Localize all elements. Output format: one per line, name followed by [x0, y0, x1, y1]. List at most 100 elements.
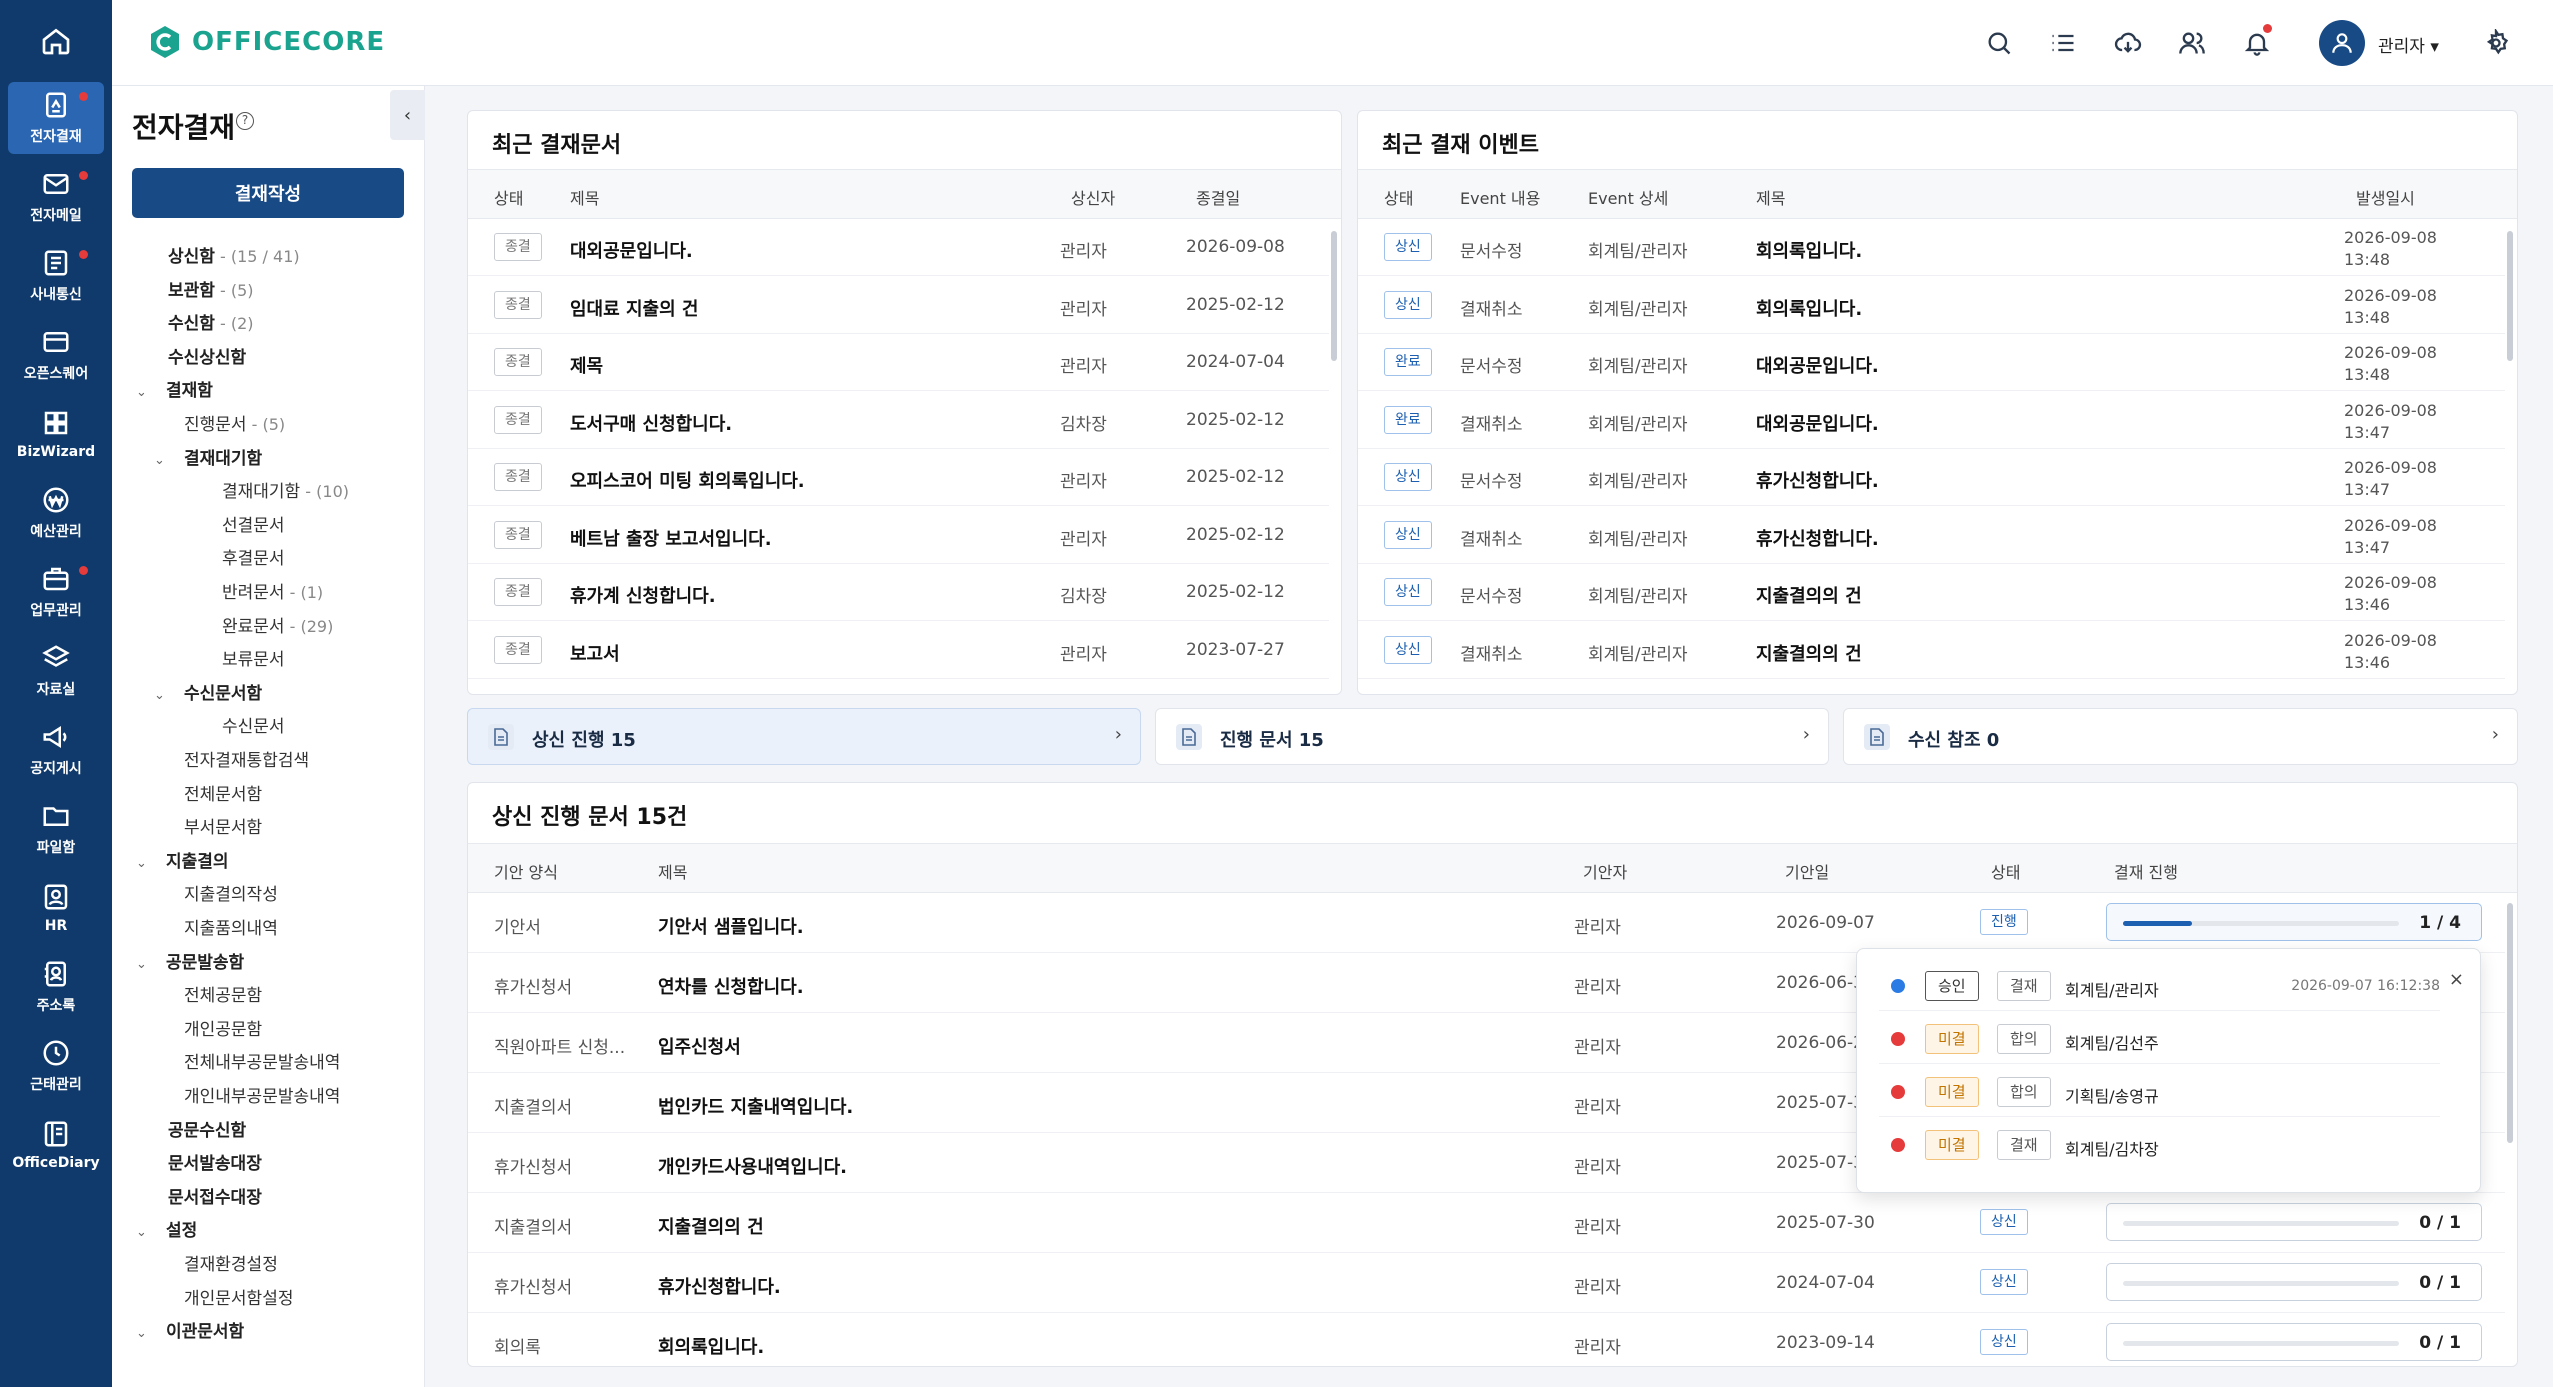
col-title[interactable]: 제목	[1756, 185, 1785, 209]
people-button[interactable]	[2175, 26, 2209, 60]
col-title[interactable]: 제목	[570, 185, 599, 209]
tree-item[interactable]: 상신함 - (15 / 41)	[168, 242, 300, 267]
table-row[interactable]: 종결 오피스코어 미팅 회의록입니다. 관리자 2025-02-12	[468, 449, 1329, 506]
event-doc-title[interactable]: 회의록입니다.	[1756, 237, 1862, 263]
col-end-date[interactable]: 종결일	[1196, 185, 1240, 209]
rail-item-9[interactable]: 파일함	[8, 793, 104, 865]
chevron-down-icon[interactable]: ⌄	[136, 856, 152, 871]
col-event[interactable]: Event 내용	[1460, 185, 1540, 209]
approver-row[interactable]: 미결 합의 회계팀/김선주	[1879, 1012, 2440, 1064]
summary-tab-2[interactable]: 수신 참조 0 ›	[1843, 708, 2518, 765]
col-status[interactable]: 상태	[1384, 185, 1413, 209]
approval-progress[interactable]: 1 / 4	[2106, 903, 2482, 941]
rail-item-10[interactable]: HR	[8, 872, 104, 944]
home-button[interactable]	[0, 0, 112, 82]
doc-title[interactable]: 입주신청서	[658, 1033, 741, 1059]
tree-item[interactable]: 문서접수대장	[168, 1183, 262, 1208]
scrollbar[interactable]	[2507, 903, 2513, 1143]
collapse-sidebar-button[interactable]: ‹	[390, 90, 425, 140]
tree-item[interactable]: ⌄ 이관문서함	[136, 1317, 244, 1342]
table-row[interactable]: 종결 베트남 출장 보고서입니다. 관리자 2025-02-12	[468, 507, 1329, 564]
doc-title[interactable]: 회의록입니다.	[658, 1333, 764, 1359]
doc-title[interactable]: 연차를 신청합니다.	[658, 973, 804, 999]
event-doc-title[interactable]: 휴가신청합니다.	[1756, 525, 1879, 551]
chevron-down-icon[interactable]: ⌄	[154, 453, 170, 468]
tree-item[interactable]: 선결문서	[222, 511, 285, 536]
tree-item[interactable]: 개인공문함	[184, 1015, 262, 1040]
tree-item[interactable]: 결재환경설정	[184, 1250, 278, 1275]
table-row[interactable]: 종결 도서구매 신청합니다. 김차장 2025-02-12	[468, 392, 1329, 449]
col-drafter[interactable]: 기안자	[1583, 859, 1627, 883]
tree-item[interactable]: ⌄ 결재함	[136, 376, 213, 401]
table-row[interactable]: 종결 대외공문입니다. 관리자 2026-09-08	[468, 219, 1329, 276]
tree-item[interactable]: 후결문서	[222, 544, 285, 569]
event-doc-title[interactable]: 대외공문입니다.	[1756, 410, 1879, 436]
doc-title[interactable]: 법인카드 지출내역입니다.	[658, 1093, 853, 1119]
rail-item-2[interactable]: 사내통신	[8, 240, 104, 312]
col-author[interactable]: 상신자	[1071, 185, 1115, 209]
col-title[interactable]: 제목	[658, 859, 687, 883]
search-button[interactable]	[1982, 26, 2016, 60]
table-row[interactable]: 종결 제목 관리자 2024-07-04	[468, 334, 1329, 391]
table-row[interactable]: 종결 보고서 관리자 2023-07-27	[468, 622, 1329, 679]
table-row[interactable]: 종결 임대료 지출의 건 관리자 2025-02-12	[468, 277, 1329, 334]
doc-title[interactable]: 휴가계 신청합니다.	[570, 582, 716, 608]
write-approval-button[interactable]: 결재작성	[132, 168, 404, 218]
chevron-down-icon[interactable]: ⌄	[136, 957, 152, 972]
rail-item-4[interactable]: BizWizard	[8, 398, 104, 470]
table-row[interactable]: 상신 문서수정 회계팀/관리자 휴가신청합니다. 2026-09-08 13:47	[1358, 449, 2505, 506]
tree-item[interactable]: 지출결의작성	[184, 880, 278, 905]
col-approval-progress[interactable]: 결재 진행	[2114, 859, 2178, 883]
doc-title[interactable]: 오피스코어 미팅 회의록입니다.	[570, 467, 805, 493]
rail-item-1[interactable]: 전자메일	[8, 161, 104, 233]
tree-item[interactable]: ⌄ 지출결의	[136, 847, 229, 872]
chevron-right-icon[interactable]: ›	[1115, 724, 1122, 745]
chevron-down-icon[interactable]: ⌄	[136, 1225, 152, 1240]
avatar[interactable]	[2319, 20, 2365, 66]
chevron-right-icon[interactable]: ›	[2492, 724, 2499, 745]
tree-item[interactable]: 보관함 - (5)	[168, 276, 254, 301]
summary-tab-1[interactable]: 진행 문서 15 ›	[1155, 708, 1829, 765]
approver-row[interactable]: 미결 결재 회계팀/김차장	[1879, 1118, 2440, 1170]
cloud-download-button[interactable]	[2111, 26, 2145, 60]
table-row[interactable]: 완료 결재취소 회계팀/관리자 대외공문입니다. 2026-09-08 13:47	[1358, 392, 2505, 449]
rail-item-0[interactable]: 전자결재	[8, 82, 104, 154]
tree-item[interactable]: 진행문서 - (5)	[184, 410, 285, 435]
table-row[interactable]: 상신 결재취소 회계팀/관리자 지출결의의 건 2026-09-08 13:46	[1358, 622, 2505, 679]
tree-item[interactable]: ⌄ 수신문서함	[154, 679, 262, 704]
rail-item-11[interactable]: 주소록	[8, 951, 104, 1023]
summary-tab-0[interactable]: 상신 진행 15 ›	[467, 708, 1141, 765]
chevron-down-icon[interactable]: ⌄	[136, 385, 152, 400]
rail-item-3[interactable]: 오픈스퀘어	[8, 319, 104, 391]
tree-item[interactable]: 개인내부공문발송내역	[184, 1082, 340, 1107]
table-row[interactable]: 기안서 기안서 샘플입니다. 관리자 2026-09-07 진행 1 / 4	[468, 893, 2505, 953]
table-row[interactable]: 지출결의서 지출결의의 건 관리자 2025-07-30 상신 0 / 1	[468, 1193, 2505, 1253]
col-status[interactable]: 상태	[1991, 859, 2020, 883]
tree-item[interactable]: ⌄ 공문발송함	[136, 948, 244, 973]
doc-title[interactable]: 베트남 출장 보고서입니다.	[570, 525, 772, 551]
doc-title[interactable]: 대외공문입니다.	[570, 237, 693, 263]
approval-progress[interactable]: 0 / 1	[2106, 1263, 2482, 1301]
col-draft-date[interactable]: 기안일	[1785, 859, 1829, 883]
doc-title[interactable]: 임대료 지출의 건	[570, 295, 698, 321]
approval-progress[interactable]: 0 / 1	[2106, 1203, 2482, 1241]
tree-item[interactable]: 결재대기함 - (10)	[222, 477, 349, 502]
event-doc-title[interactable]: 대외공문입니다.	[1756, 352, 1879, 378]
user-menu[interactable]: 관리자 ▾	[2378, 32, 2439, 57]
tree-item[interactable]: 반려문서 - (1)	[222, 578, 323, 603]
event-doc-title[interactable]: 휴가신청합니다.	[1756, 467, 1879, 493]
scrollbar[interactable]	[1331, 231, 1337, 361]
tree-item[interactable]: 수신문서	[222, 712, 285, 737]
doc-title[interactable]: 개인카드사용내역입니다.	[658, 1153, 847, 1179]
table-row[interactable]: 상신 결재취소 회계팀/관리자 회의록입니다. 2026-09-08 13:48	[1358, 277, 2505, 334]
doc-title[interactable]: 도서구매 신청합니다.	[570, 410, 732, 436]
tree-item[interactable]: 전체내부공문발송내역	[184, 1048, 340, 1073]
approver-row[interactable]: 승인 결재 회계팀/관리자 2026-09-07 16:12:38	[1879, 959, 2440, 1011]
approver-row[interactable]: 미결 합의 기획팀/송영규	[1879, 1065, 2440, 1117]
tree-item[interactable]: 개인문서함설정	[184, 1284, 293, 1309]
table-row[interactable]: 상신 문서수정 회계팀/관리자 회의록입니다. 2026-09-08 13:48	[1358, 219, 2505, 276]
doc-title[interactable]: 휴가신청합니다.	[658, 1273, 781, 1299]
doc-title[interactable]: 지출결의의 건	[658, 1213, 764, 1239]
tree-item[interactable]: ⌄ 설정	[136, 1216, 197, 1241]
event-doc-title[interactable]: 회의록입니다.	[1756, 295, 1862, 321]
